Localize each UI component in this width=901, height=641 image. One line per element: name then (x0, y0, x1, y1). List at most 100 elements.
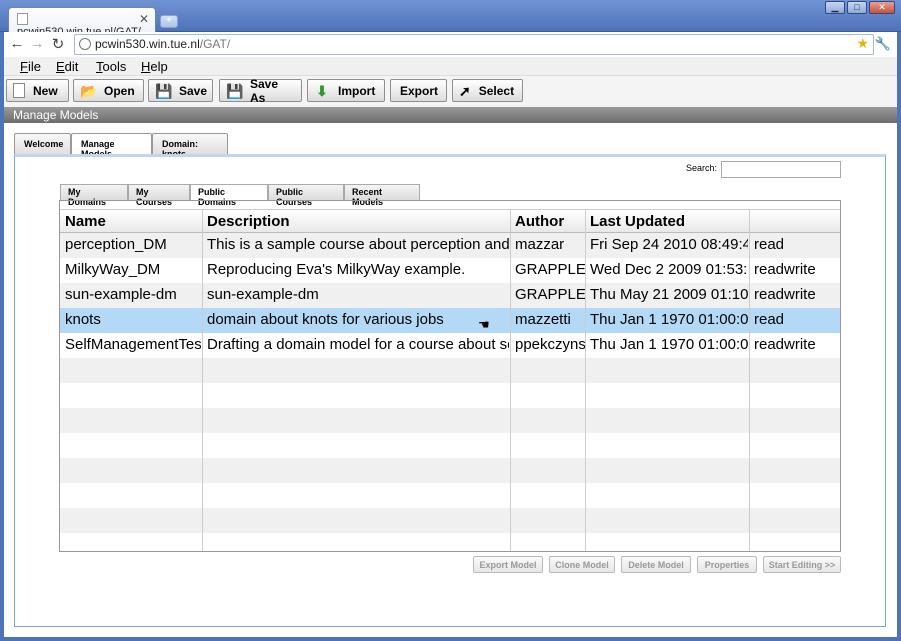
empty-row (60, 483, 840, 508)
empty-row (60, 533, 840, 551)
column-divider (749, 209, 750, 551)
reload-icon[interactable]: ↻ (49, 35, 67, 53)
table-row[interactable]: sun-example-dm sun-example-dm GRAPPLE Th… (60, 283, 840, 308)
column-header-last-updated[interactable]: Last Updated (590, 213, 685, 230)
cell-name: MilkyWay_DM (65, 261, 161, 278)
cell-permission: read (754, 311, 785, 328)
cell-author: GRAPPLE (515, 261, 585, 278)
clone-model-button[interactable]: Clone Model (549, 556, 615, 573)
cell-description: This is a sample course about perception… (207, 236, 509, 253)
menu-file[interactable]: File (20, 59, 41, 74)
menu-edit[interactable]: Edit (56, 59, 78, 74)
column-divider (510, 209, 511, 551)
new-tab-button[interactable]: + (160, 15, 178, 28)
panel-header: Manage Models (4, 107, 897, 123)
table-row[interactable]: SelfManagementTest Drafting a domain mod… (60, 333, 840, 358)
app-area: File Edit Tools Help New 📂 Open 💾 Save 💾 Sa… (4, 57, 897, 637)
tab-domain-knots[interactable]: Domain: knots (152, 133, 228, 159)
start-editing-button[interactable]: Start Editing >> (763, 556, 841, 573)
address-bar[interactable]: pcwin530.win.tue.nl/GAT/ ★ (74, 34, 874, 55)
maximize-button[interactable]: □ (847, 1, 867, 14)
window-border-right (897, 32, 901, 641)
window-controls: ▁ □ ✕ (825, 1, 895, 14)
import-button[interactable]: ⬇ Import (307, 79, 385, 102)
empty-row (60, 458, 840, 483)
subtab-my-domains[interactable]: My Domains (60, 184, 128, 207)
save-button[interactable]: 💾 Save (148, 79, 213, 102)
hand-cursor-icon: ☚ (478, 317, 490, 332)
wrench-icon[interactable]: 🔧 (875, 36, 891, 52)
subtab-public-domains[interactable]: Public Domains (190, 184, 268, 207)
subtab-recent-models[interactable]: Recent Models (344, 184, 420, 207)
pointer-icon: ➚ (459, 82, 471, 99)
cell-description: Drafting a domain model for a course abo… (207, 336, 509, 353)
empty-row (60, 358, 840, 383)
column-header-author[interactable]: Author (515, 213, 564, 230)
empty-row (60, 508, 840, 533)
cell-last-updated: Thu Jan 1 1970 01:00:00 (590, 336, 748, 353)
table-row-selected[interactable]: knots domain about knots for various job… (60, 308, 840, 333)
subtab-public-courses[interactable]: Public Courses (268, 184, 344, 207)
cell-name: knots (65, 311, 101, 328)
menu-bar: File Edit Tools Help (4, 57, 897, 76)
search-label: Search: (686, 163, 718, 173)
open-folder-icon: 📂 (80, 82, 98, 99)
models-table: Name Description Author Last Updated per… (59, 200, 841, 552)
cell-permission: readwrite (754, 261, 816, 278)
cell-permission: readwrite (754, 286, 816, 303)
cell-name: perception_DM (65, 236, 167, 253)
window-border-bottom (0, 637, 901, 641)
forward-icon[interactable]: → (28, 35, 46, 52)
new-button[interactable]: New (6, 79, 69, 102)
close-tab-icon[interactable]: ✕ (139, 12, 149, 26)
column-header-description[interactable]: Description (207, 213, 290, 230)
cell-permission: readwrite (754, 336, 816, 353)
tab-welcome[interactable]: Welcome (14, 133, 71, 154)
cell-last-updated: Thu May 21 2009 01:10:4 (590, 286, 748, 303)
save-as-button[interactable]: 💾 Save As (219, 77, 302, 105)
new-document-icon (13, 83, 25, 98)
delete-model-button[interactable]: Delete Model (621, 556, 691, 573)
column-divider (202, 209, 203, 551)
floppy-disk-icon: 💾 (155, 82, 173, 99)
cell-description: Reproducing Eva's MilkyWay example. (207, 261, 466, 278)
globe-icon (79, 38, 91, 50)
empty-row (60, 408, 840, 433)
table-row[interactable]: MilkyWay_DM Reproducing Eva's MilkyWay e… (60, 258, 840, 283)
browser-tab[interactable]: pcwin530.win.tue.nl/GAT/ ✕ (8, 7, 156, 38)
cell-permission: read (754, 236, 785, 253)
close-window-button[interactable]: ✕ (869, 1, 895, 14)
bookmark-star-icon[interactable]: ★ (856, 35, 869, 52)
menu-tools[interactable]: Tools (96, 59, 126, 74)
back-icon[interactable]: ← (8, 35, 26, 52)
export-model-button[interactable]: Export Model (473, 556, 543, 573)
cell-description: domain about knots for various jobs (207, 311, 444, 328)
url-host: pcwin530.win.tue.nl (95, 37, 200, 51)
browser-toolbar: ← → ↻ pcwin530.win.tue.nl/GAT/ ★ 🔧 (0, 32, 901, 57)
empty-row (60, 433, 840, 458)
minimize-button[interactable]: ▁ (825, 1, 845, 14)
cell-name: sun-example-dm (65, 286, 177, 303)
open-button[interactable]: 📂 Open (73, 79, 144, 102)
select-button[interactable]: ➚ Select (452, 79, 523, 102)
subtab-my-courses[interactable]: My Courses (128, 184, 190, 207)
page-icon (17, 13, 28, 25)
empty-row (60, 383, 840, 408)
cell-author: mazzetti (515, 311, 571, 328)
floppy-disk-icon: 💾 (226, 82, 244, 99)
cell-last-updated: Fri Sep 24 2010 08:49:43 (590, 236, 748, 253)
url-path: /GAT/ (199, 37, 231, 51)
cell-last-updated: Thu Jan 1 1970 01:00:00 (590, 311, 748, 328)
properties-button[interactable]: Properties (697, 556, 757, 573)
menu-help[interactable]: Help (141, 59, 168, 74)
search-input[interactable] (721, 161, 841, 178)
export-button[interactable]: Export (390, 79, 447, 102)
table-row[interactable]: perception_DM This is a sample course ab… (60, 233, 840, 258)
column-header-name[interactable]: Name (65, 213, 106, 230)
column-divider (585, 209, 586, 551)
cell-description: sun-example-dm (207, 286, 319, 303)
app-toolbar: New 📂 Open 💾 Save 💾 Save As ⬇ Import Export … (4, 76, 897, 107)
cell-author: GRAPPLE (515, 286, 585, 303)
tab-manage-models[interactable]: Manage Models (71, 133, 152, 159)
cell-author: ppekczyns (515, 336, 585, 353)
